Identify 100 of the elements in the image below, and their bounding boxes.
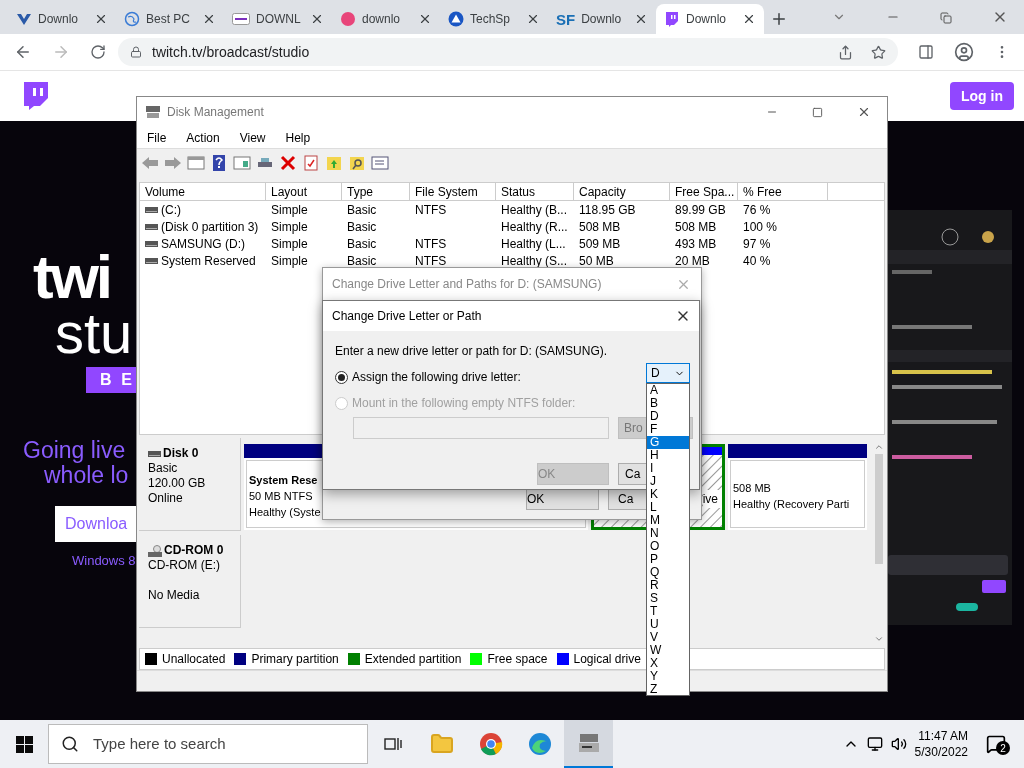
menu-item[interactable]: Help [285,128,311,147]
chevron-logo-icon [16,11,32,27]
reload-icon[interactable] [90,44,106,60]
clock-time[interactable]: 11:47 AM [918,728,968,744]
close-icon[interactable] [526,12,540,26]
platforms-link[interactable]: Windows 8 [72,551,136,571]
tab-title: DOWNL [256,11,302,28]
panel-icon[interactable] [187,154,205,172]
browser-tab[interactable]: TechSp [440,4,548,34]
close-icon[interactable] [202,12,216,26]
table-cell-text: 97 % [743,235,771,253]
list-option[interactable]: S [647,592,689,605]
list-option[interactable]: D [647,410,689,423]
profile-icon[interactable] [954,42,974,62]
drive-icon [145,206,158,213]
restore-icon[interactable] [940,12,952,24]
taskbar-app[interactable] [564,720,613,768]
menu-item[interactable]: File [147,128,167,147]
task-view-icon [383,736,402,752]
list-option[interactable]: N [647,527,689,540]
column-header[interactable]: Capacity [574,183,670,200]
list-option[interactable]: P [647,553,689,566]
list-option[interactable]: H [647,449,689,462]
list-option[interactable]: V [647,631,689,644]
folder-up-icon[interactable] [325,154,343,172]
list-option[interactable]: J [647,475,689,488]
table-cell-text: Healthy (S... [501,252,568,270]
table-cell-text: Basic [347,252,377,270]
close-icon[interactable] [634,12,648,26]
side-panel-icon[interactable] [918,44,934,60]
table-cell-text: 508 MB [579,218,621,236]
clock-date[interactable]: 5/30/2022 [914,744,968,760]
column-header[interactable]: File System [410,183,496,200]
checklist-icon[interactable] [302,154,320,172]
menu-item[interactable]: Action [186,128,220,147]
maximize-icon[interactable] [812,106,823,118]
close-icon[interactable] [310,12,324,26]
panel-icon[interactable] [233,154,251,172]
folder-path-field[interactable] [353,417,609,439]
list-option[interactable]: U [647,618,689,631]
help-icon[interactable] [210,154,228,172]
bookmark-star-icon[interactable] [871,44,886,60]
list-option[interactable]: R [647,579,689,592]
table-cell-text: 40 % [743,252,771,270]
headline-text: whole lo [44,463,130,488]
column-header[interactable]: Status [496,183,574,200]
column-header[interactable]: Free Spa... [670,183,738,200]
logo-text: stu [55,305,134,361]
table-cell-text: 20 MB [675,252,710,270]
disk-name: CD-ROM 0 [164,543,224,558]
close-icon[interactable] [418,12,432,26]
notification-button[interactable]: 2 [986,732,1010,756]
column-header[interactable]: Layout [266,183,342,200]
browser-tab[interactable]: DOWNL [224,4,332,34]
list-option[interactable]: O [647,540,689,553]
network-icon[interactable] [866,736,883,752]
close-icon[interactable] [742,12,756,26]
address-bar[interactable]: twitch.tv/broadcast/studio [118,38,898,66]
taskbar-search-field[interactable]: Type here to search [48,724,368,764]
list-option[interactable]: T [647,605,689,618]
list-option[interactable]: B [647,397,689,410]
browser-tab[interactable]: SF Downlo [548,4,656,34]
login-button[interactable]: Log in [950,82,1014,110]
folder-search-icon[interactable] [348,154,366,172]
column-header[interactable]: Type [342,183,410,200]
list-option[interactable]: F [647,423,689,436]
twitch-logo-icon[interactable] [22,82,48,110]
column-header[interactable]: Volume [140,183,266,200]
list-option[interactable]: A [647,384,689,397]
list-option[interactable]: I [647,462,689,475]
download-button[interactable]: Downloa [55,506,136,542]
list-option[interactable]: W [647,644,689,657]
new-tab-icon[interactable] [770,10,788,28]
window-title: Disk Management [167,104,264,121]
windows-start-icon[interactable] [16,735,33,753]
partition-detail: 50 MB NTFS [249,488,313,504]
list-option[interactable]: Q [647,566,689,579]
partition-block[interactable]: 508 MB Healthy (Recovery Parti [728,444,867,530]
browser-tab[interactable]: Best PC [116,4,224,34]
browser-tab[interactable]: downlo [332,4,440,34]
drive-letter-select[interactable]: D [646,363,690,383]
ok-button[interactable]: OK [526,488,599,510]
delete-icon[interactable] [279,154,297,172]
radio-button[interactable] [335,370,348,384]
browser-tab[interactable]: Downlo [656,4,764,34]
column-header[interactable]: % Free [738,183,828,200]
list-option[interactable]: M [647,514,689,527]
list-option[interactable]: X [647,657,689,670]
back-icon[interactable] [14,43,32,61]
partition-detail: 508 MB [733,480,771,496]
list-option[interactable]: G [647,436,689,449]
close-icon[interactable] [94,12,108,26]
share-icon[interactable] [838,44,853,60]
browser-tab[interactable]: Downlo [8,4,116,34]
list-option[interactable]: Z [647,683,689,696]
close-icon[interactable] [857,105,871,119]
volume-icon[interactable] [890,736,907,752]
menu-item[interactable]: View [239,128,266,147]
table-cell-text: Basic [347,235,377,253]
list-option[interactable]: Y [647,670,689,683]
